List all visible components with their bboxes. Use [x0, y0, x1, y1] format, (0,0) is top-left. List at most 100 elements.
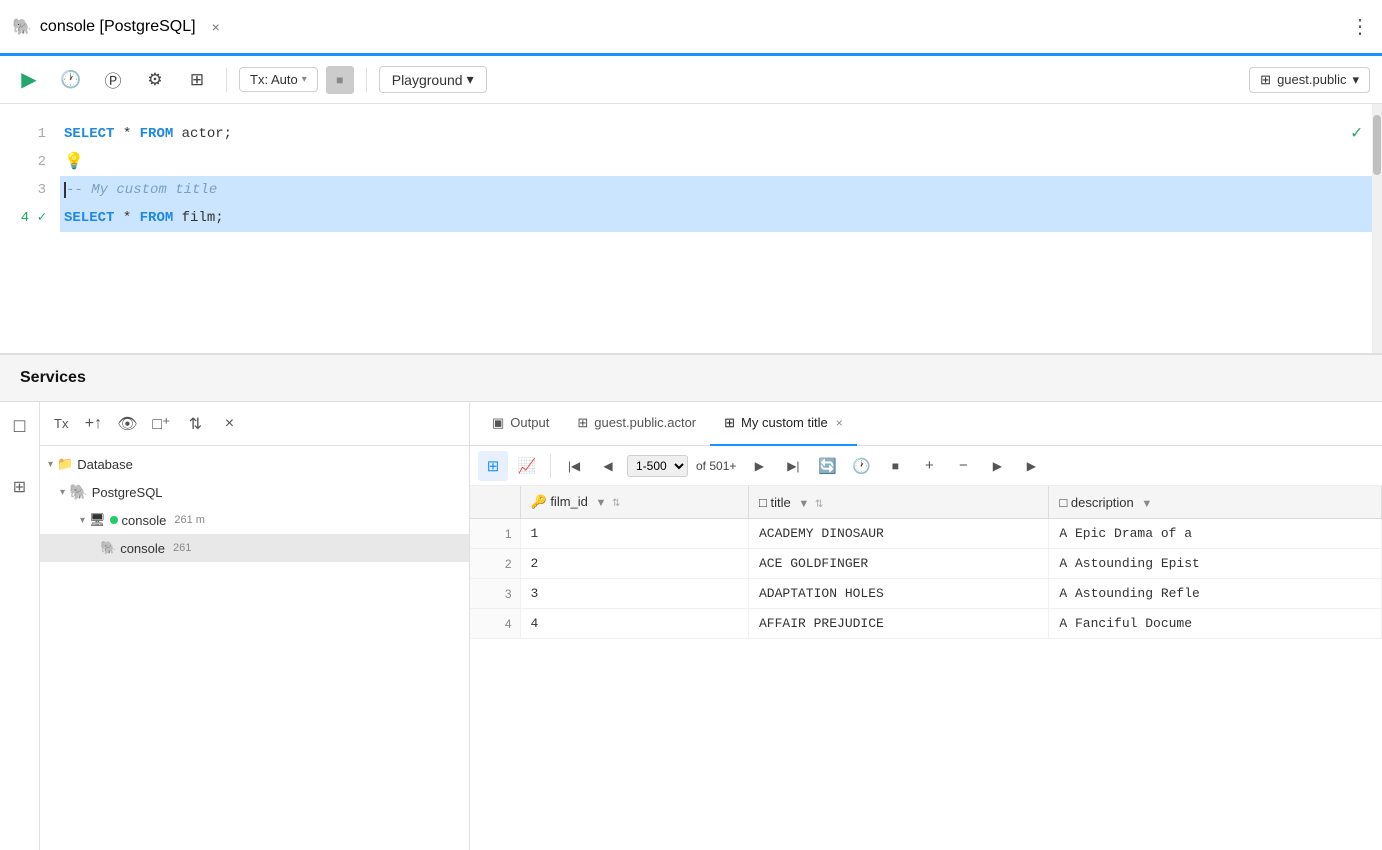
- settings-button[interactable]: ⚙: [138, 63, 172, 97]
- editor-content[interactable]: SELECT * FROM actor; ✓ 💡 -- My custom ti…: [60, 104, 1382, 353]
- col-header-rownum: [470, 486, 520, 519]
- tree-area: ▾ 📁 Database ▾ 🐘 PostgreSQL ▾ 🖥 console …: [40, 446, 469, 850]
- history-data-button[interactable]: 🕐: [846, 451, 876, 481]
- cell-desc-3[interactable]: A Fanciful Docume: [1049, 609, 1382, 639]
- move-button[interactable]: ⇅: [180, 409, 210, 439]
- cell-rownum-2: 3: [470, 579, 520, 609]
- tx-chevron: ▾: [302, 74, 307, 85]
- right-panel: ▣ Output ⊞ guest.public.actor ⊞ My custo…: [470, 402, 1382, 850]
- tab-custom[interactable]: ⊞ My custom title ×: [710, 402, 857, 446]
- tree-item-database[interactable]: ▾ 📁 Database: [40, 450, 469, 478]
- view-button[interactable]: 👁: [112, 409, 142, 439]
- sort-icon-title[interactable]: ⇅: [815, 499, 823, 510]
- col-icon-description: □: [1059, 495, 1067, 510]
- toolbar: ▶ 🕐 Ⓟ ⚙ ⊞ Tx: Auto ▾ ■ Playground ▾ ⊞ gu…: [0, 56, 1382, 104]
- title-bar-close[interactable]: ×: [212, 19, 220, 35]
- add-query-button[interactable]: +↑: [78, 409, 108, 439]
- editor-area[interactable]: 1 2 3 4 ✓ SELECT * FROM actor; ✓ 💡 -- My…: [0, 104, 1382, 354]
- last-page-button[interactable]: ▶|: [778, 451, 808, 481]
- editor-line-3: -- My custom title: [60, 176, 1382, 204]
- nav-fwd2-button[interactable]: ▶: [1016, 451, 1046, 481]
- left-toolbar: Tx +↑ 👁 □⁺ ⇅ ×: [40, 402, 469, 446]
- title-bar-menu[interactable]: ⋮: [1350, 14, 1370, 39]
- editor-scrollbar[interactable]: [1372, 104, 1382, 353]
- title-bar-icon: 🐘: [12, 17, 32, 37]
- grid-button[interactable]: ⊞: [180, 63, 214, 97]
- playground-label: Playground: [392, 72, 463, 88]
- table-row: 2 2 ACE GOLDFINGER A Astounding Epist: [470, 549, 1382, 579]
- table-row: 1 1 ACADEMY DINOSAUR A Epic Drama of a: [470, 519, 1382, 549]
- cell-title-3[interactable]: AFFAIR PREJUDICE: [749, 609, 1049, 639]
- pg-icon-2: 🐘: [100, 540, 116, 556]
- cell-desc-1[interactable]: A Astounding Epist: [1049, 549, 1382, 579]
- divider-1: [226, 68, 227, 92]
- cell-film-id-0[interactable]: 1: [520, 519, 749, 549]
- chart-view-button[interactable]: 📈: [512, 451, 542, 481]
- cell-desc-0[interactable]: A Epic Drama of a: [1049, 519, 1382, 549]
- editor-scrollbar-thumb[interactable]: [1373, 115, 1381, 175]
- tree-item-console-2[interactable]: 🐘 console 261: [40, 534, 469, 562]
- cell-film-id-3[interactable]: 4: [520, 609, 749, 639]
- filter-icon-film-id[interactable]: ▼: [596, 497, 607, 509]
- col-label-title: title: [770, 495, 790, 510]
- line-num-4: 4 ✓: [0, 204, 60, 232]
- sort-icon-film-id[interactable]: ⇅: [612, 498, 620, 509]
- col-header-title[interactable]: □ title ▼ ⇅: [749, 486, 1049, 519]
- bulb-icon: 💡: [64, 146, 84, 178]
- explain-button[interactable]: Ⓟ: [96, 63, 130, 97]
- filter-icon-title[interactable]: ▼: [798, 498, 809, 510]
- title-bar: 🐘 console [PostgreSQL] × ⋮: [0, 0, 1382, 56]
- cell-title-1[interactable]: ACE GOLDFINGER: [749, 549, 1049, 579]
- cell-film-id-1[interactable]: 2: [520, 549, 749, 579]
- cell-film-id-2[interactable]: 3: [520, 579, 749, 609]
- stop-button[interactable]: ■: [326, 66, 354, 94]
- tab-actor[interactable]: ⊞ guest.public.actor: [563, 402, 710, 446]
- cell-title-0[interactable]: ACADEMY DINOSAUR: [749, 519, 1049, 549]
- side-icon-grid[interactable]: ⊞: [3, 470, 37, 504]
- run-button[interactable]: ▶: [12, 63, 46, 97]
- nav-fwd-button[interactable]: ▶: [982, 451, 1012, 481]
- filter-icon-description[interactable]: ▼: [1141, 498, 1152, 510]
- tx-indicator: Tx: [48, 416, 74, 431]
- col-label-description: description: [1071, 495, 1134, 510]
- col-header-description[interactable]: □ description ▼: [1049, 486, 1382, 519]
- line-numbers: 1 2 3 4 ✓: [0, 104, 60, 353]
- services-divider: Services: [0, 354, 1382, 402]
- page-range-select[interactable]: 1-500: [627, 455, 688, 477]
- refresh-button[interactable]: 🔄: [812, 451, 842, 481]
- add-row-button[interactable]: +: [914, 451, 944, 481]
- next-page-button[interactable]: ▶: [744, 451, 774, 481]
- tab-output[interactable]: ▣ Output: [478, 402, 563, 446]
- stop-data-button[interactable]: ■: [880, 451, 910, 481]
- data-table: 🔑 film_id ▼ ⇅ □ title ▼ ⇅ □: [470, 486, 1382, 639]
- new-tab-button[interactable]: □⁺: [146, 409, 176, 439]
- cell-title-2[interactable]: ADAPTATION HOLES: [749, 579, 1049, 609]
- grid-view-button[interactable]: ⊞: [478, 451, 508, 481]
- side-icon-checkbox[interactable]: ☐: [3, 410, 37, 444]
- tx-label: Tx: Auto: [250, 72, 298, 87]
- divider-2: [366, 68, 367, 92]
- schema-icon: ⊞: [1260, 72, 1271, 88]
- tab-custom-close[interactable]: ×: [836, 416, 843, 430]
- tab-custom-icon: ⊞: [724, 415, 735, 431]
- schema-select[interactable]: ⊞ guest.public ▾: [1249, 67, 1370, 93]
- tab-custom-label: My custom title: [741, 415, 828, 430]
- col-header-film-id[interactable]: 🔑 film_id ▼ ⇅: [520, 486, 749, 519]
- tx-select[interactable]: Tx: Auto ▾: [239, 67, 318, 92]
- history-button[interactable]: 🕐: [54, 63, 88, 97]
- prev-page-button[interactable]: ◀: [593, 451, 623, 481]
- tree-item-console-1[interactable]: ▾ 🖥 console 261 m: [40, 506, 469, 534]
- left-panel: Tx +↑ 👁 □⁺ ⇅ × ▾ 📁 Database ▾ 🐘 PostgreS…: [40, 402, 470, 850]
- cell-desc-2[interactable]: A Astounding Refle: [1049, 579, 1382, 609]
- table-header-row: 🔑 film_id ▼ ⇅ □ title ▼ ⇅ □: [470, 486, 1382, 519]
- pg-icon: 🐘: [69, 483, 88, 501]
- chevron-console-1: ▾: [80, 515, 85, 526]
- tab-actor-label: guest.public.actor: [594, 415, 696, 430]
- remove-row-button[interactable]: −: [948, 451, 978, 481]
- close-all-button[interactable]: ×: [214, 409, 244, 439]
- editor-line-1: SELECT * FROM actor; ✓: [60, 120, 1382, 148]
- first-page-button[interactable]: |◀: [559, 451, 589, 481]
- side-icons: ☐ ⊞: [0, 402, 40, 850]
- playground-select[interactable]: Playground ▾: [379, 66, 487, 93]
- tree-item-postgresql[interactable]: ▾ 🐘 PostgreSQL: [40, 478, 469, 506]
